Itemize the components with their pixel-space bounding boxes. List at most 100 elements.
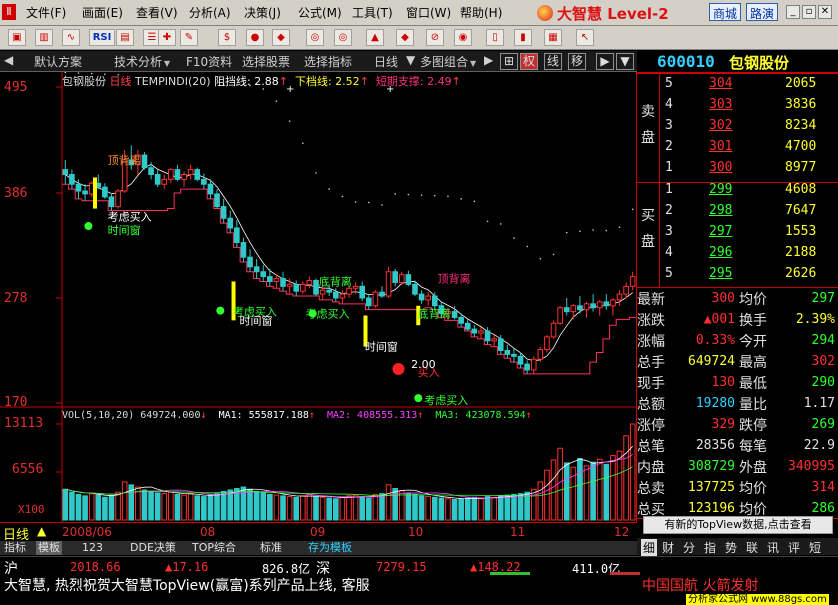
menu-formula[interactable]: 公式(M) [298, 4, 342, 21]
tab-123[interactable]: 123 [82, 541, 103, 555]
tab-expand-icon[interactable]: ▼ [616, 53, 634, 70]
candle-body [181, 174, 187, 180]
tab-tech-analysis[interactable]: 技术分析 [114, 53, 170, 70]
stat-label: 总买 [637, 502, 665, 518]
menu-tools[interactable]: 工具(T) [352, 4, 393, 21]
tab-line[interactable]: 线 [544, 53, 562, 70]
sell-row[interactable]: 1 300 8977 [637, 160, 838, 181]
tab-save-template[interactable]: 存为模板 [308, 541, 352, 555]
quote-tab[interactable]: 分 [683, 539, 695, 556]
candle-body [108, 196, 115, 208]
menu-window[interactable]: 窗口(W) [406, 4, 451, 21]
binoculars-icon[interactable]: ◎ [306, 29, 324, 46]
binoculars2-icon[interactable]: ◎ [334, 29, 352, 46]
tab-template[interactable]: 模板 [36, 541, 62, 555]
envelope-dot [433, 194, 436, 197]
kline-chart[interactable]: 顶背离 考虑买入 时间窗 考虑买入 时间窗 底背离 考虑买入 时间窗 买入 2.00 顶背离 底背离考… [0, 72, 637, 522]
globe-icon[interactable]: ◉ [454, 29, 472, 46]
menu-file[interactable]: 文件(F) [26, 4, 66, 21]
candle-body [260, 271, 267, 278]
ban-icon[interactable]: ⊘ [426, 29, 444, 46]
stats-icon[interactable]: ▤ [116, 29, 134, 46]
close-icon[interactable]: ✕ [818, 5, 832, 19]
kline-icon[interactable]: ▥ [35, 29, 53, 46]
quote-tab[interactable]: 讯 [767, 539, 779, 556]
volume-bar [544, 469, 550, 521]
quote-tab[interactable]: 联 [746, 539, 758, 556]
menu-view[interactable]: 查看(V) [136, 4, 178, 21]
draw-icon[interactable]: ✎ [180, 29, 198, 46]
tab-standard[interactable]: 标准 [260, 541, 282, 555]
tab-rights[interactable]: 权 [520, 53, 538, 70]
mall-button[interactable]: 商城 [709, 3, 742, 21]
envelope-dot [328, 188, 331, 190]
crosshair-icon[interactable]: ✚ [158, 29, 176, 46]
menu-decision[interactable]: 决策(J) [244, 4, 281, 21]
quote-tab[interactable]: 评 [788, 539, 800, 556]
warning-icon[interactable]: ◆ [396, 29, 414, 46]
traffic-icon[interactable]: ● [246, 29, 264, 46]
news-ticker-2[interactable]: 中国国航 火箭发射 [642, 575, 758, 595]
quote-tab[interactable]: 势 [725, 539, 737, 556]
candle-body [326, 289, 333, 293]
stat-value: 130 [711, 375, 735, 390]
roadshow-button[interactable]: 路演 [746, 3, 779, 21]
tab-play-icon[interactable]: ▶ [596, 53, 614, 70]
tab-prev-icon[interactable]: ◀ [4, 53, 13, 70]
menu-analysis[interactable]: 分析(A) [189, 4, 231, 21]
tab-select-stock[interactable]: 选择股票 [242, 53, 290, 70]
chart-canvas[interactable]: 顶背离考虑买入时间窗考虑买入时间窗底背离考虑买入时间窗买入2.00顶背离底背离考… [0, 72, 637, 522]
tab-multi-chart[interactable]: 多图组合 [420, 53, 476, 70]
envelope-dot [631, 208, 634, 211]
tab-select-indicator[interactable]: 选择指标 [304, 53, 352, 70]
help-arrow-icon[interactable]: ↖ [576, 29, 594, 46]
quote-tab[interactable]: 细 [641, 539, 658, 556]
date-tick: 2008/06 [62, 525, 112, 539]
stat-value: 308729 [688, 459, 735, 474]
restore-icon[interactable]: ▫ [802, 5, 816, 19]
period-up-icon[interactable]: ▲ [37, 524, 46, 538]
sell-row[interactable]: 2 301 4700 [637, 139, 838, 160]
flag-icon[interactable]: ▲ [366, 29, 384, 46]
tab-dde[interactable]: DDE决策 [130, 541, 176, 555]
crosshair-toggle-icon[interactable]: ⊞ [500, 53, 518, 70]
buy-row[interactable]: 3 297 1553 [637, 224, 838, 245]
dollar-icon[interactable]: $ [218, 29, 236, 46]
volume-bar [517, 493, 524, 521]
app-icon[interactable]: Ⅱ [2, 4, 16, 20]
diamond-icon[interactable]: ◆ [272, 29, 290, 46]
tab-move[interactable]: 移 [568, 53, 586, 70]
candle-body [359, 285, 366, 299]
menu-view-screen[interactable]: 画面(E) [82, 4, 123, 21]
books-icon[interactable]: ▮ [514, 29, 532, 46]
open-icon[interactable]: ▣ [8, 29, 26, 46]
buy-row[interactable]: 1 299 4608 [637, 182, 838, 203]
tab-next-icon[interactable]: ▶ [484, 53, 493, 70]
menu-help[interactable]: 帮助(H) [460, 4, 502, 21]
minute-icon[interactable]: ∿ [62, 29, 80, 46]
quote-tab[interactable]: 短 [809, 539, 821, 556]
tab-daily-dropdown-icon[interactable]: ▼ [406, 53, 415, 70]
candle-body [544, 336, 550, 351]
rsi-icon[interactable]: RSI [89, 29, 115, 46]
grid-icon[interactable]: ▦ [544, 29, 562, 46]
quote-tab[interactable]: 财 [662, 539, 674, 556]
sell-row[interactable]: 4 303 3836 [637, 97, 838, 118]
news-ticker[interactable]: 大智慧, 热烈祝贺大智慧TopView(赢富)系列产品上线, 客服 [4, 575, 370, 595]
buy-point-dot [392, 362, 405, 375]
sell-row[interactable]: 3 302 8234 [637, 118, 838, 139]
buy-row[interactable]: 2 298 7647 [637, 203, 838, 224]
tab-default-scheme[interactable]: 默认方案 [34, 53, 82, 70]
notepad-icon[interactable]: ▯ [486, 29, 504, 46]
tab-f10[interactable]: F10资料 [186, 53, 232, 70]
level-volume: 8977 [785, 160, 817, 175]
buy-row[interactable]: 5 295 2626 [637, 266, 838, 287]
quote-tab[interactable]: 指 [704, 539, 716, 556]
tab-indicator[interactable]: 指标 [4, 541, 26, 555]
sell-row[interactable]: 5 304 2065 [637, 76, 838, 97]
volume-bar [187, 493, 194, 521]
tab-top[interactable]: TOP综合 [192, 541, 236, 555]
minimize-icon[interactable]: _ [786, 5, 800, 19]
buy-row[interactable]: 4 296 2188 [637, 245, 838, 266]
tab-daily[interactable]: 日线 [374, 53, 398, 70]
